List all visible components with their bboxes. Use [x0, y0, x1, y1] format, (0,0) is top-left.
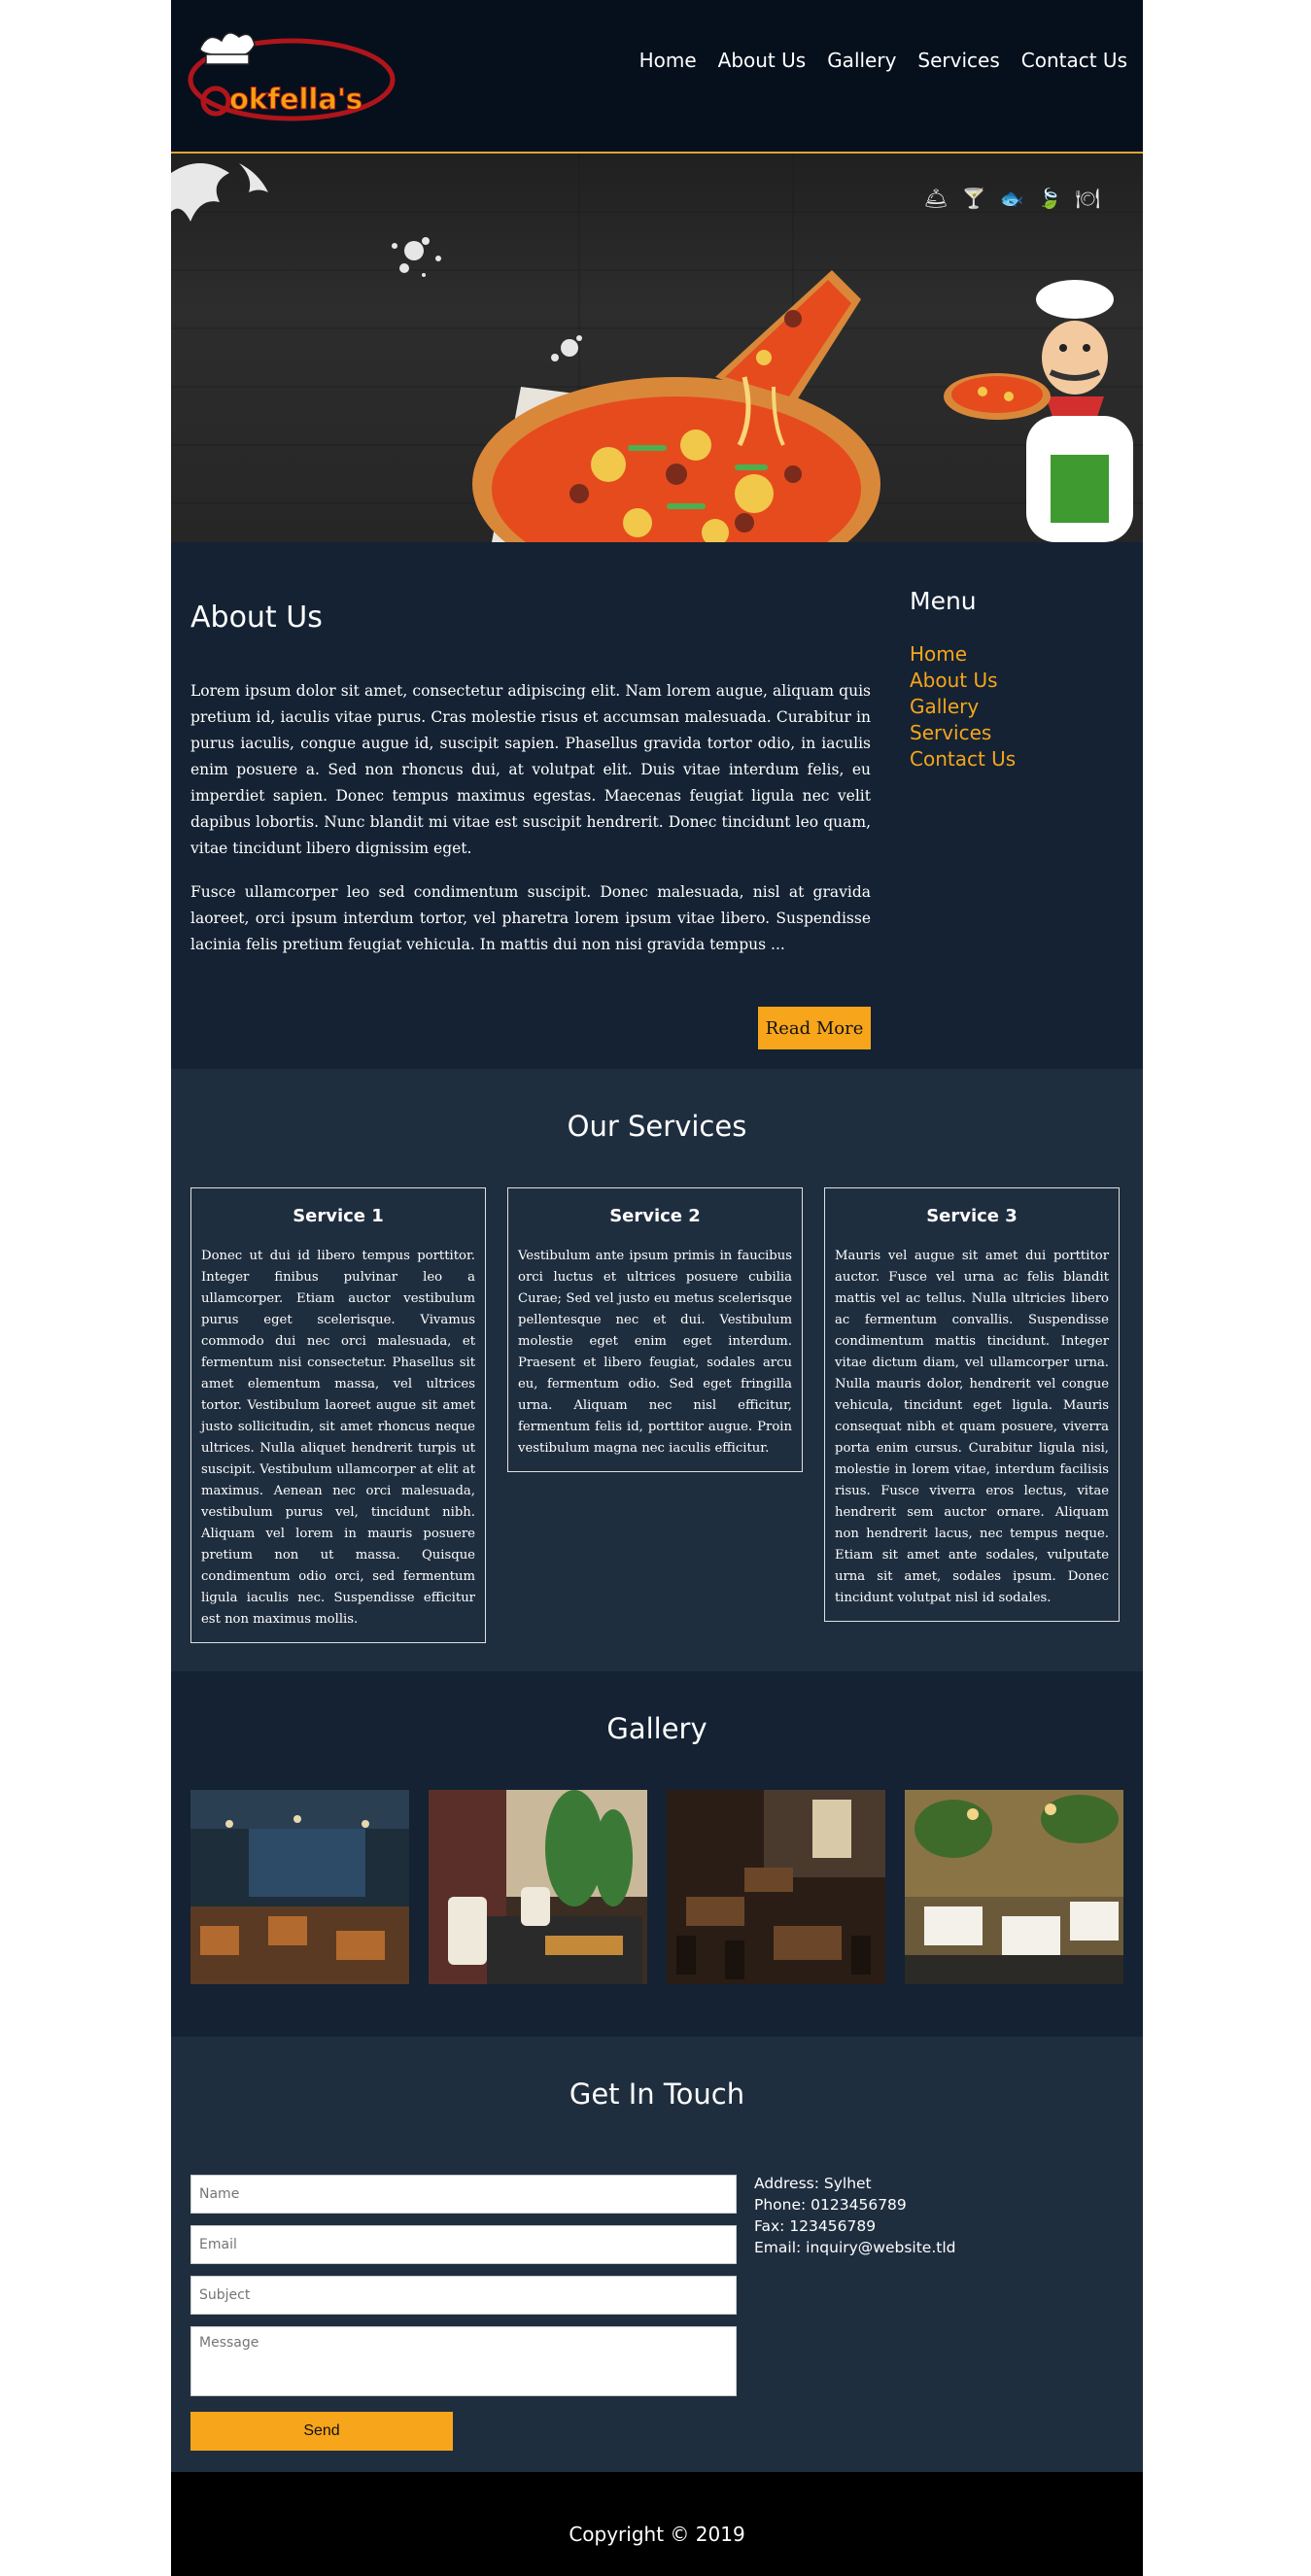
subject-field[interactable]: [190, 2276, 737, 2315]
list-item: Gallery: [910, 694, 1016, 720]
copyright-text: Copyright © 2019: [569, 2523, 745, 2546]
plate-icon: 🍽: [1075, 187, 1100, 210]
nav-contact-us[interactable]: Contact Us: [1021, 49, 1127, 72]
about-paragraph-1: Lorem ipsum dolor sit amet, consectetur …: [190, 682, 871, 857]
fish-icon: 🐟: [999, 187, 1024, 210]
read-more-button[interactable]: Read More: [758, 1007, 871, 1049]
phone-text: Phone: 0123456789: [754, 2196, 907, 2214]
side-menu: Home About Us Gallery Services Contact U…: [910, 641, 1016, 773]
service-card-3: Service 3 Mauris vel augue sit amet dui …: [824, 1187, 1120, 1622]
list-item: Services: [910, 720, 1016, 746]
services-section: Our Services Service 1 Donec ut dui id l…: [171, 1069, 1143, 1671]
list-item: Home: [910, 641, 1016, 668]
name-field[interactable]: [190, 2175, 737, 2214]
service-title: Service 1: [293, 1206, 384, 1226]
contact-info: Address: Sylhet Phone: 0123456789 Fax: 1…: [754, 2173, 956, 2258]
services-title: Our Services: [567, 1110, 747, 1143]
menu-about-link[interactable]: About Us: [910, 669, 998, 692]
menu-contact-link[interactable]: Contact Us: [910, 747, 1016, 771]
site-header: okfella's Home About Us Gallery Services…: [171, 0, 1143, 154]
cloche-icon: 🛎: [923, 187, 949, 210]
nav-services[interactable]: Services: [917, 49, 999, 72]
about-paragraph-2: Fusce ullamcorper leo sed condimentum su…: [190, 883, 871, 953]
list-item: Contact Us: [910, 746, 1016, 773]
list-item: About Us: [910, 668, 1016, 694]
cookfellas-logo[interactable]: okfella's: [183, 19, 397, 126]
main-nav: Home About Us Gallery Services Contact U…: [639, 49, 1127, 72]
menu-home-link[interactable]: Home: [910, 642, 967, 666]
contact-section: Get In Touch Send Address: Sylhet Phone:…: [171, 2037, 1143, 2472]
nav-home[interactable]: Home: [639, 49, 697, 72]
service-title: Service 3: [926, 1206, 1018, 1226]
service-text: Mauris vel augue sit amet dui porttitor …: [835, 1249, 1109, 1605]
hero-icon-row: 🛎 🍸 🐟 🍃 🍽: [924, 187, 1101, 210]
leaf-icon: 🍃: [1037, 187, 1062, 210]
service-card-1: Service 1 Donec ut dui id libero tempus …: [190, 1187, 486, 1643]
fax-text: Fax: 123456789: [754, 2217, 877, 2235]
menu-services-link[interactable]: Services: [910, 721, 991, 744]
email-text: Email: inquiry@website.tld: [754, 2239, 956, 2256]
hero-banner: 🛎 🍸 🐟 🍃 🍽: [171, 154, 1143, 542]
gallery-image-4[interactable]: [905, 1790, 1123, 1984]
nav-gallery[interactable]: Gallery: [827, 49, 896, 72]
gallery-image-1[interactable]: [190, 1790, 409, 1984]
service-title: Service 2: [609, 1206, 701, 1226]
site-footer: Copyright © 2019: [171, 2472, 1143, 2576]
about-title: About Us: [190, 601, 323, 635]
about-section: About Us Lorem ipsum dolor sit amet, con…: [171, 542, 1143, 1069]
svg-text:okfella's: okfella's: [229, 83, 362, 116]
service-text: Vestibulum ante ipsum primis in faucibus…: [518, 1249, 792, 1456]
page: okfella's Home About Us Gallery Services…: [171, 0, 1143, 2576]
cocktail-icon: 🍸: [961, 187, 986, 210]
menu-gallery-link[interactable]: Gallery: [910, 695, 979, 718]
gallery-image-2[interactable]: [429, 1790, 647, 1984]
gallery-title: Gallery: [606, 1712, 707, 1745]
nav-about-us[interactable]: About Us: [718, 49, 807, 72]
email-field[interactable]: [190, 2225, 737, 2264]
menu-title: Menu: [910, 587, 977, 615]
contact-title: Get In Touch: [569, 2078, 745, 2111]
service-text: Donec ut dui id libero tempus porttitor.…: [201, 1249, 475, 1627]
hero-illustration: [171, 154, 1143, 542]
gallery-image-3[interactable]: [667, 1790, 885, 1984]
send-button[interactable]: Send: [190, 2412, 453, 2451]
about-text: Lorem ipsum dolor sit amet, consectetur …: [190, 678, 871, 976]
address-text: Address: Sylhet: [754, 2175, 872, 2192]
service-card-2: Service 2 Vestibulum ante ipsum primis i…: [507, 1187, 803, 1472]
message-field[interactable]: [190, 2326, 737, 2396]
gallery-section: Gallery: [171, 1671, 1143, 2037]
